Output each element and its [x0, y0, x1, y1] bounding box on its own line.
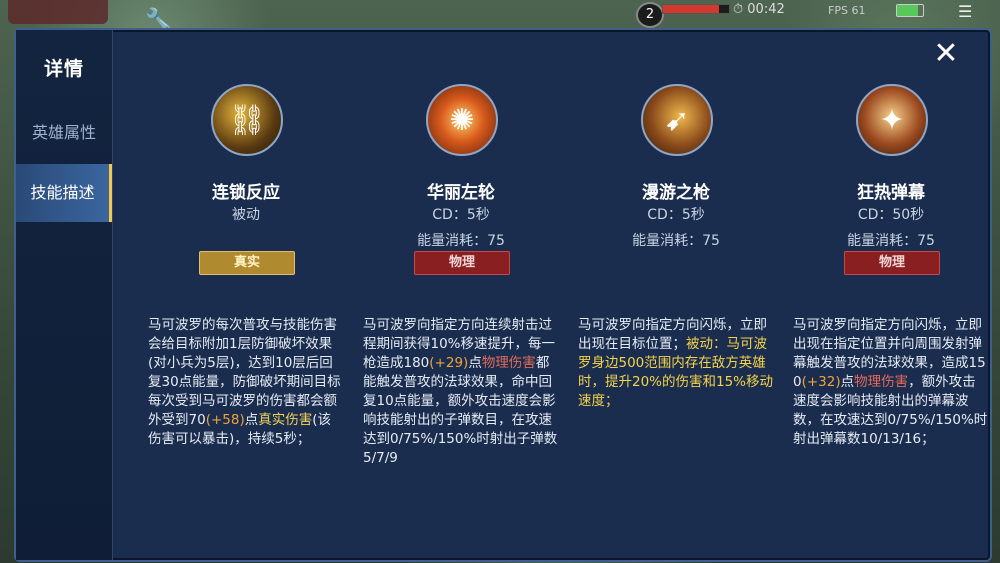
desc-segment: (+32) — [801, 374, 841, 390]
top-hud: 🔧 2 ⏱ 00:42 FPS 61 ☰ — [0, 0, 1000, 33]
fps-counter: FPS 61 — [828, 4, 866, 17]
game-time: 00:42 — [747, 2, 785, 17]
damage-type-tag: 物理 — [414, 251, 510, 275]
desc-segment: 物理伤害 — [481, 355, 536, 371]
skill-name: 漫游之枪 — [642, 183, 710, 203]
skill-name: 狂热弹幕 — [857, 183, 925, 203]
skill-barrage-icon: ✦ — [856, 84, 928, 156]
skill-chain-reaction-icon: ⛓ — [211, 84, 283, 156]
skill-description: 马可波罗向指定方向闪烁，立即出现在目标位置；被动：马可波罗身边500范围内存在敌… — [578, 316, 774, 411]
hp-bar-fill — [663, 5, 720, 13]
skill-description: 马可波罗向指定方向闪烁，立即出现在指定位置并向周围发射弹幕触发普攻的法球效果，造… — [793, 316, 989, 449]
battery-fill — [897, 5, 918, 16]
skill-card: ✦ 狂热弹幕 CD：50秒 能量消耗：75 物理 马可波罗向指定方向闪烁，立即出… — [791, 30, 991, 560]
skill-sub: 被动 — [232, 207, 260, 223]
skill-energy-cost: 能量消耗：75 — [417, 233, 505, 249]
damage-type-tag: 物理 — [844, 251, 940, 275]
desc-segment: 点 — [840, 374, 855, 390]
skill-energy-cost: 能量消耗：75 — [847, 233, 935, 249]
desc-segment: (+58) — [205, 412, 245, 428]
skill-cooldown: CD：5秒 — [647, 207, 705, 223]
desc-segment: 都能触发普攻的法球效果，命中回复10点能量，额外攻击速度会影响技能射出的子弹数目… — [363, 355, 558, 466]
skill-card: ✺ 华丽左轮 CD：5秒 能量消耗：75 物理 马可波罗向指定方向连续射击过程期… — [361, 30, 561, 560]
damage-type-tag: 真实 — [199, 251, 295, 275]
skill-cooldown: CD：5秒 — [432, 207, 490, 223]
skill-energy-cost: 能量消耗：75 — [632, 233, 720, 249]
menu-icon[interactable]: ☰ — [958, 2, 972, 21]
sidebar: 详情 英雄属性 技能描述 — [16, 30, 113, 560]
skill-description: 马可波罗的每次普攻与技能伤害会给目标附加1层防御破坏效果(对小兵为5层)，达到1… — [148, 316, 344, 449]
desc-segment: 点 — [244, 412, 259, 428]
hero-level-badge: 2 — [636, 2, 664, 28]
battery-icon — [896, 4, 924, 17]
desc-segment: 物理伤害 — [854, 374, 909, 390]
skill-card: ➹ 漫游之枪 CD：5秒 能量消耗：75 马可波罗向指定方向闪烁，立即出现在目标… — [576, 30, 776, 560]
tab-hero-attributes[interactable]: 英雄属性 — [16, 104, 112, 162]
skill-cooldown: CD：50秒 — [857, 207, 925, 223]
clock-icon: ⏱ — [733, 2, 744, 17]
tab-skill-description[interactable]: 技能描述 — [16, 164, 112, 222]
game-timer: ⏱ 00:42 — [733, 2, 785, 17]
desc-segment: 真实伤害 — [258, 412, 313, 428]
skill-wandering-gun-icon: ➹ — [641, 84, 713, 156]
desc-segment: (+29) — [429, 355, 469, 371]
desc-segment: 点 — [468, 355, 482, 371]
details-panel: 详情 英雄属性 技能描述 ✕ ⛓ 连锁反应 被动 真实 马可波罗的每次普攻与技能… — [14, 28, 992, 562]
skill-description: 马可波罗向指定方向连续射击过程期间获得10%移速提升，每一枪造成180(+29)… — [363, 316, 559, 468]
hud-left-panel — [8, 0, 108, 24]
panel-title: 详情 — [43, 58, 84, 80]
hp-bar — [662, 4, 730, 14]
skill-name: 连锁反应 — [212, 183, 280, 203]
skill-name: 华丽左轮 — [427, 183, 495, 203]
skill-card: ⛓ 连锁反应 被动 真实 马可波罗的每次普攻与技能伤害会给目标附加1层防御破坏效… — [146, 30, 346, 560]
skill-revolver-icon: ✺ — [426, 84, 498, 156]
skills-area: ⛓ 连锁反应 被动 真实 马可波罗的每次普攻与技能伤害会给目标附加1层防御破坏效… — [126, 30, 990, 560]
